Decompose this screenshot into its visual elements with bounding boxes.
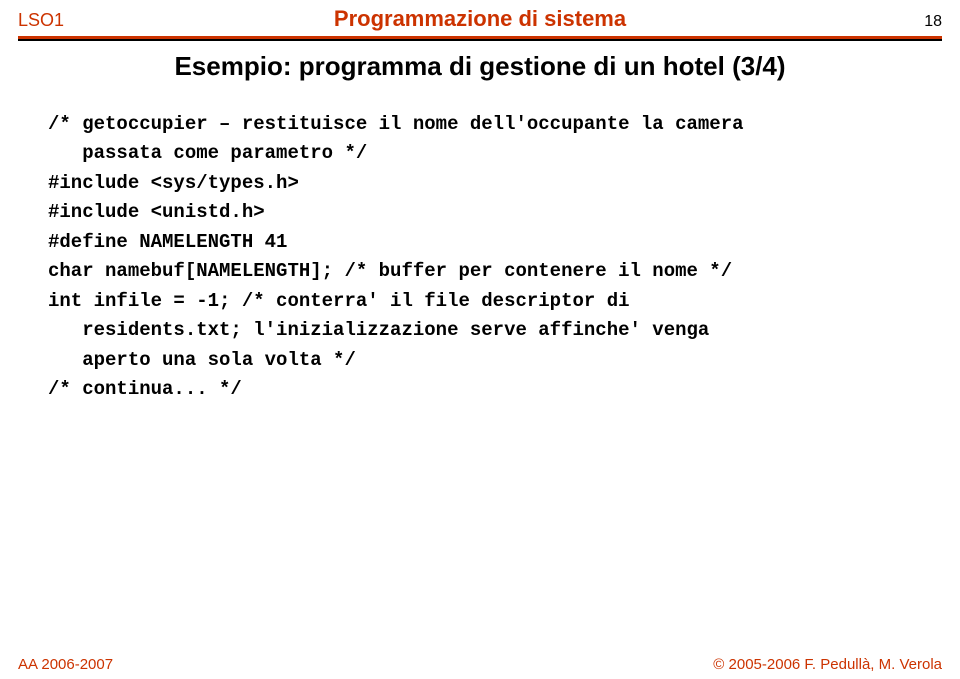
slide-title: Esempio: programma di gestione di un hot… bbox=[0, 51, 960, 82]
slide-footer: AA 2006-2007 © 2005-2006 F. Pedullà, M. … bbox=[0, 656, 960, 673]
header-divider bbox=[18, 36, 942, 41]
course-code: LSO1 bbox=[18, 10, 278, 31]
code-line: char namebuf[NAMELENGTH]; /* buffer per … bbox=[48, 257, 912, 286]
code-line: #include <unistd.h> bbox=[48, 198, 912, 227]
copyright: © 2005-2006 F. Pedullà, M. Verola bbox=[713, 656, 942, 673]
code-line: #define NAMELENGTH 41 bbox=[48, 228, 912, 257]
code-line: #include <sys/types.h> bbox=[48, 169, 912, 198]
code-block: /* getoccupier – restituisce il nome del… bbox=[0, 82, 960, 404]
slide-header: LSO1 Programmazione di sistema 18 bbox=[0, 0, 960, 32]
page-number: 18 bbox=[682, 13, 942, 31]
code-line: /* getoccupier – restituisce il nome del… bbox=[48, 110, 912, 139]
code-line: residents.txt; l'inizializzazione serve … bbox=[48, 316, 912, 345]
code-line: passata come parametro */ bbox=[48, 139, 912, 168]
code-line: int infile = -1; /* conterra' il file de… bbox=[48, 287, 912, 316]
academic-year: AA 2006-2007 bbox=[18, 656, 113, 673]
code-line: aperto una sola volta */ bbox=[48, 346, 912, 375]
code-line: /* continua... */ bbox=[48, 375, 912, 404]
course-title: Programmazione di sistema bbox=[278, 6, 682, 32]
